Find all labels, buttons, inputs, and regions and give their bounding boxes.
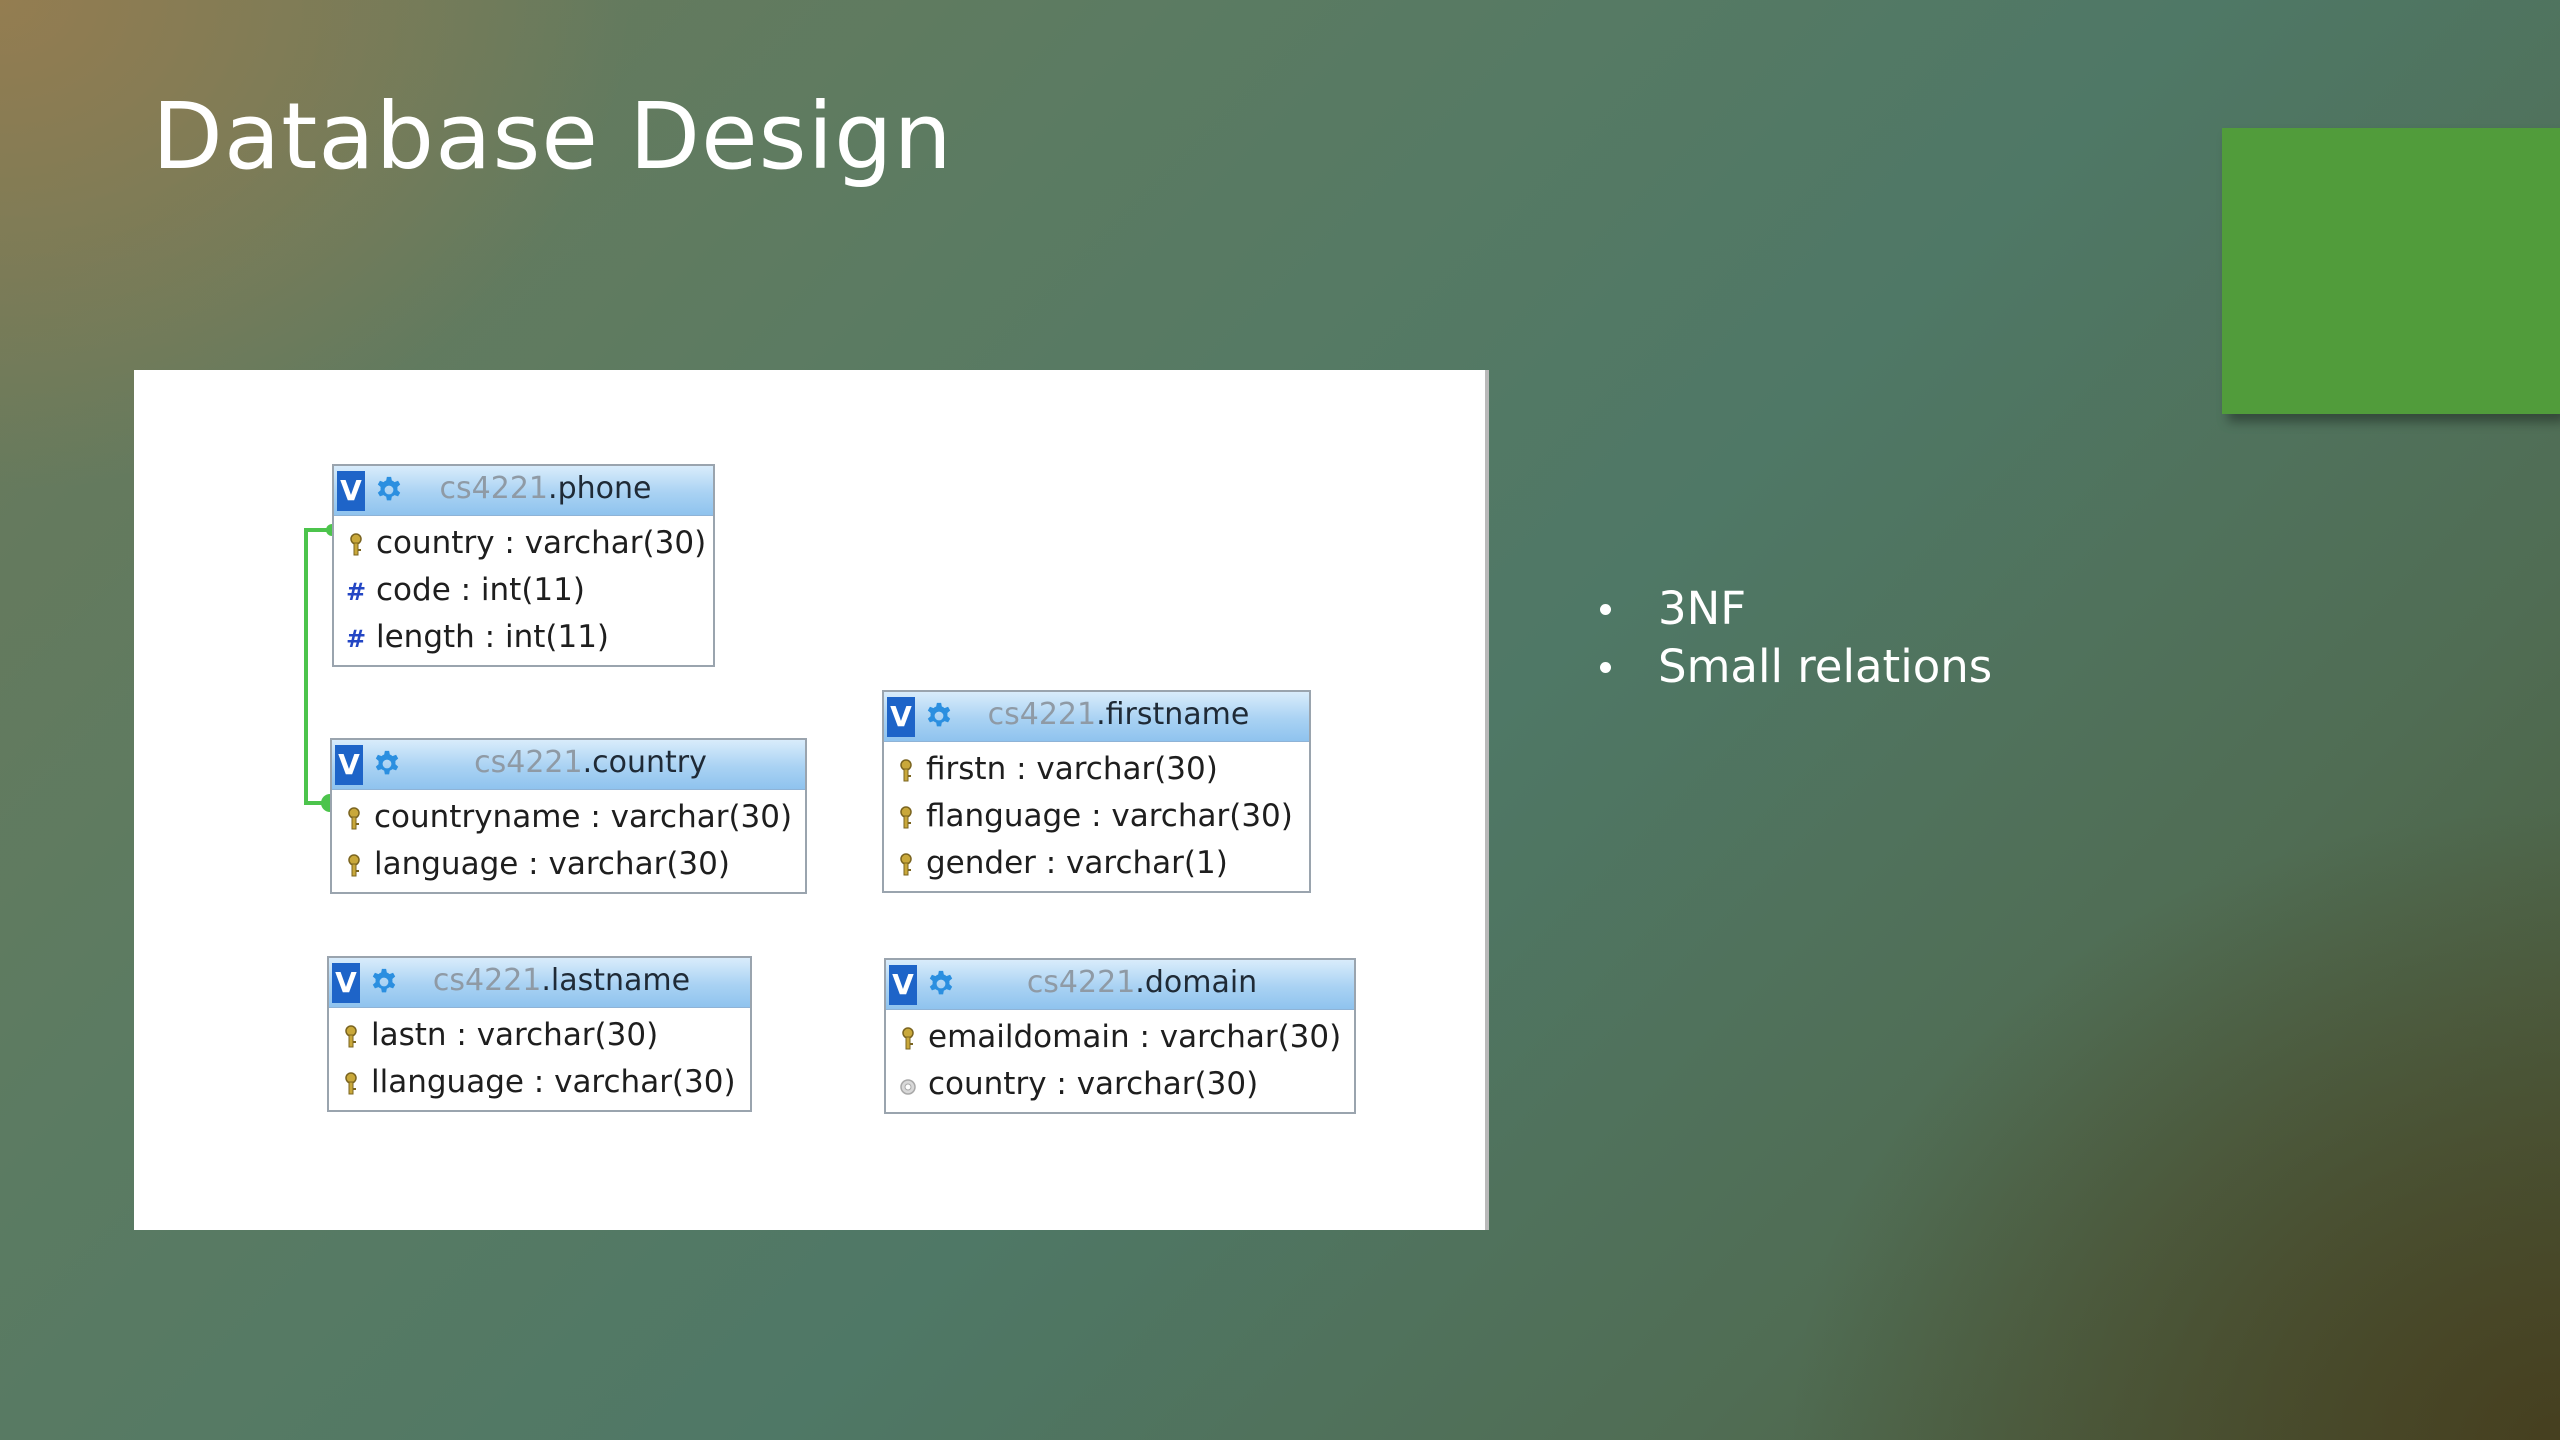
table-header: V cs4221.firstname (884, 692, 1309, 742)
field-row[interactable]: country : varchar(30) (334, 520, 713, 567)
field-label: emaildomain : varchar(30) (928, 1019, 1342, 1055)
key-icon (902, 1027, 914, 1050)
table-header: V cs4221.lastname (329, 958, 750, 1008)
field-row[interactable]: firstn : varchar(30) (884, 746, 1309, 793)
table-name: cs4221.country (332, 740, 805, 790)
field-label: code : int(11) (376, 572, 585, 608)
schema-name: cs4221 (439, 471, 549, 506)
table-phone[interactable]: V cs4221.phone country : varchar(30) # c… (332, 464, 715, 667)
bullet-item: Small relations (1596, 638, 1992, 696)
field-row[interactable]: emaildomain : varchar(30) (886, 1014, 1354, 1061)
key-icon (900, 759, 912, 782)
table-name-label: .country (582, 745, 707, 780)
field-label: language : varchar(30) (374, 846, 730, 882)
key-icon (348, 854, 360, 877)
key-icon (348, 807, 360, 830)
field-row[interactable]: countryname : varchar(30) (332, 794, 805, 841)
hash-icon: # (346, 625, 367, 653)
field-label: flanguage : varchar(30) (926, 798, 1293, 834)
field-label: gender : varchar(1) (926, 845, 1228, 881)
field-label: country : varchar(30) (376, 525, 707, 561)
table-name: cs4221.phone (334, 466, 713, 516)
table-header: V cs4221.phone (334, 466, 713, 516)
table-fields: lastn : varchar(30) llanguage : varchar(… (329, 1008, 750, 1110)
key-icon (345, 1072, 357, 1095)
table-name: cs4221.lastname (329, 958, 750, 1008)
schema-name: cs4221 (1026, 965, 1136, 1000)
slide-title: Database Design (152, 83, 953, 190)
bullet-text: Small relations (1658, 640, 1993, 693)
table-fields: firstn : varchar(30) flanguage : varchar… (884, 742, 1309, 891)
bullet-text: 3NF (1658, 582, 1747, 635)
key-icon (900, 806, 912, 829)
field-row[interactable]: language : varchar(30) (332, 841, 805, 888)
schema-name: cs4221 (474, 745, 583, 780)
bullet-list: 3NF Small relations (1596, 580, 1992, 696)
field-label: length : int(11) (376, 619, 610, 655)
table-lastname[interactable]: V cs4221.lastname lastn : varchar(30) ll… (327, 956, 752, 1112)
key-icon (900, 853, 912, 876)
field-label: firstn : varchar(30) (926, 751, 1218, 787)
field-label: llanguage : varchar(30) (371, 1064, 736, 1100)
table-name-label: .phone (548, 471, 652, 506)
key-icon (345, 1025, 357, 1048)
field-row[interactable]: gender : varchar(1) (884, 840, 1309, 887)
table-header: V cs4221.domain (886, 960, 1354, 1010)
schema-diagram-panel: V cs4221.phone country : varchar(30) # c… (134, 370, 1489, 1230)
field-row[interactable]: # code : int(11) (334, 567, 713, 614)
table-name-label: .domain (1135, 965, 1258, 1000)
accent-square (2222, 128, 2560, 414)
table-country[interactable]: V cs4221.country countryname : varchar(3… (330, 738, 807, 894)
field-row[interactable]: country : varchar(30) (886, 1061, 1354, 1108)
table-fields: emaildomain : varchar(30) country : varc… (886, 1010, 1354, 1112)
bullet-dot-icon (1600, 662, 1611, 673)
table-name-label: .firstname (1096, 697, 1250, 732)
table-firstname[interactable]: V cs4221.firstname firstn : varchar(30) … (882, 690, 1311, 893)
schema-name: cs4221 (987, 697, 1097, 732)
table-name: cs4221.domain (886, 960, 1354, 1010)
schema-name: cs4221 (432, 963, 542, 998)
field-row[interactable]: llanguage : varchar(30) (329, 1059, 750, 1106)
table-domain[interactable]: V cs4221.domain emaildomain : varchar(30… (884, 958, 1356, 1114)
field-label: lastn : varchar(30) (371, 1017, 659, 1053)
field-row[interactable]: flanguage : varchar(30) (884, 793, 1309, 840)
bullet-item: 3NF (1596, 580, 1992, 638)
key-icon (350, 533, 362, 556)
table-name-label: .lastname (541, 963, 691, 998)
field-row[interactable]: lastn : varchar(30) (329, 1012, 750, 1059)
table-name: cs4221.firstname (884, 692, 1309, 742)
hash-icon: # (346, 578, 367, 606)
table-fields: countryname : varchar(30) language : var… (332, 790, 805, 892)
bullet-dot-icon (1600, 604, 1611, 615)
field-label: countryname : varchar(30) (374, 799, 793, 835)
table-fields: country : varchar(30) # code : int(11) #… (334, 516, 713, 665)
field-label: country : varchar(30) (928, 1066, 1259, 1102)
column-icon (900, 1079, 916, 1095)
field-row[interactable]: # length : int(11) (334, 614, 713, 661)
table-header: V cs4221.country (332, 740, 805, 790)
